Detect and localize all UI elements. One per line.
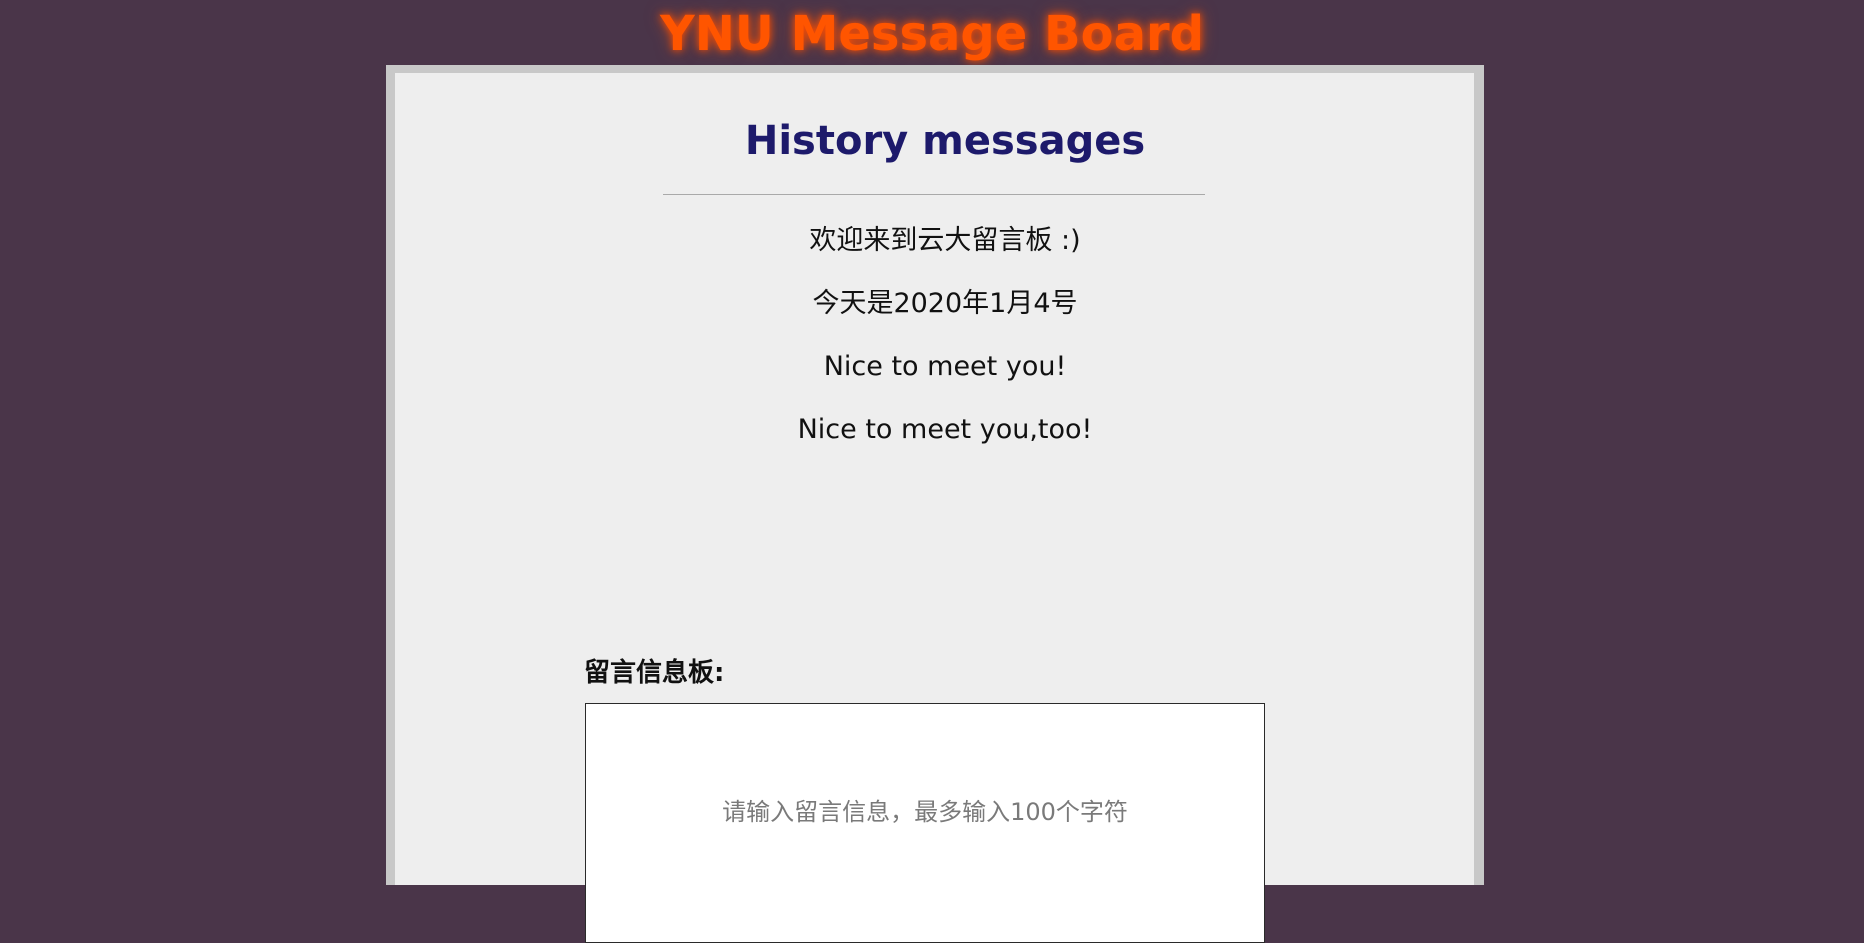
site-title: YNU Message Board [659,6,1205,62]
message-item: Nice to meet you,too! [797,414,1093,445]
history-title: History messages [744,118,1146,164]
message-item: 欢迎来到云大留言板 :) [809,225,1081,256]
message-board-label: 留言信息板: [584,658,725,688]
board-frame: History messages 欢迎来到云大留言板 :) 今天是2020年1月… [386,65,1484,943]
message-item: Nice to meet you! [823,351,1067,382]
message-input[interactable] [585,703,1265,943]
board-panel: History messages 欢迎来到云大留言板 :) 今天是2020年1月… [395,73,1474,943]
message-list: 欢迎来到云大留言板 :) 今天是2020年1月4号 Nice to meet y… [395,221,1495,473]
divider [663,194,1205,195]
message-item: 今天是2020年1月4号 [812,288,1078,319]
